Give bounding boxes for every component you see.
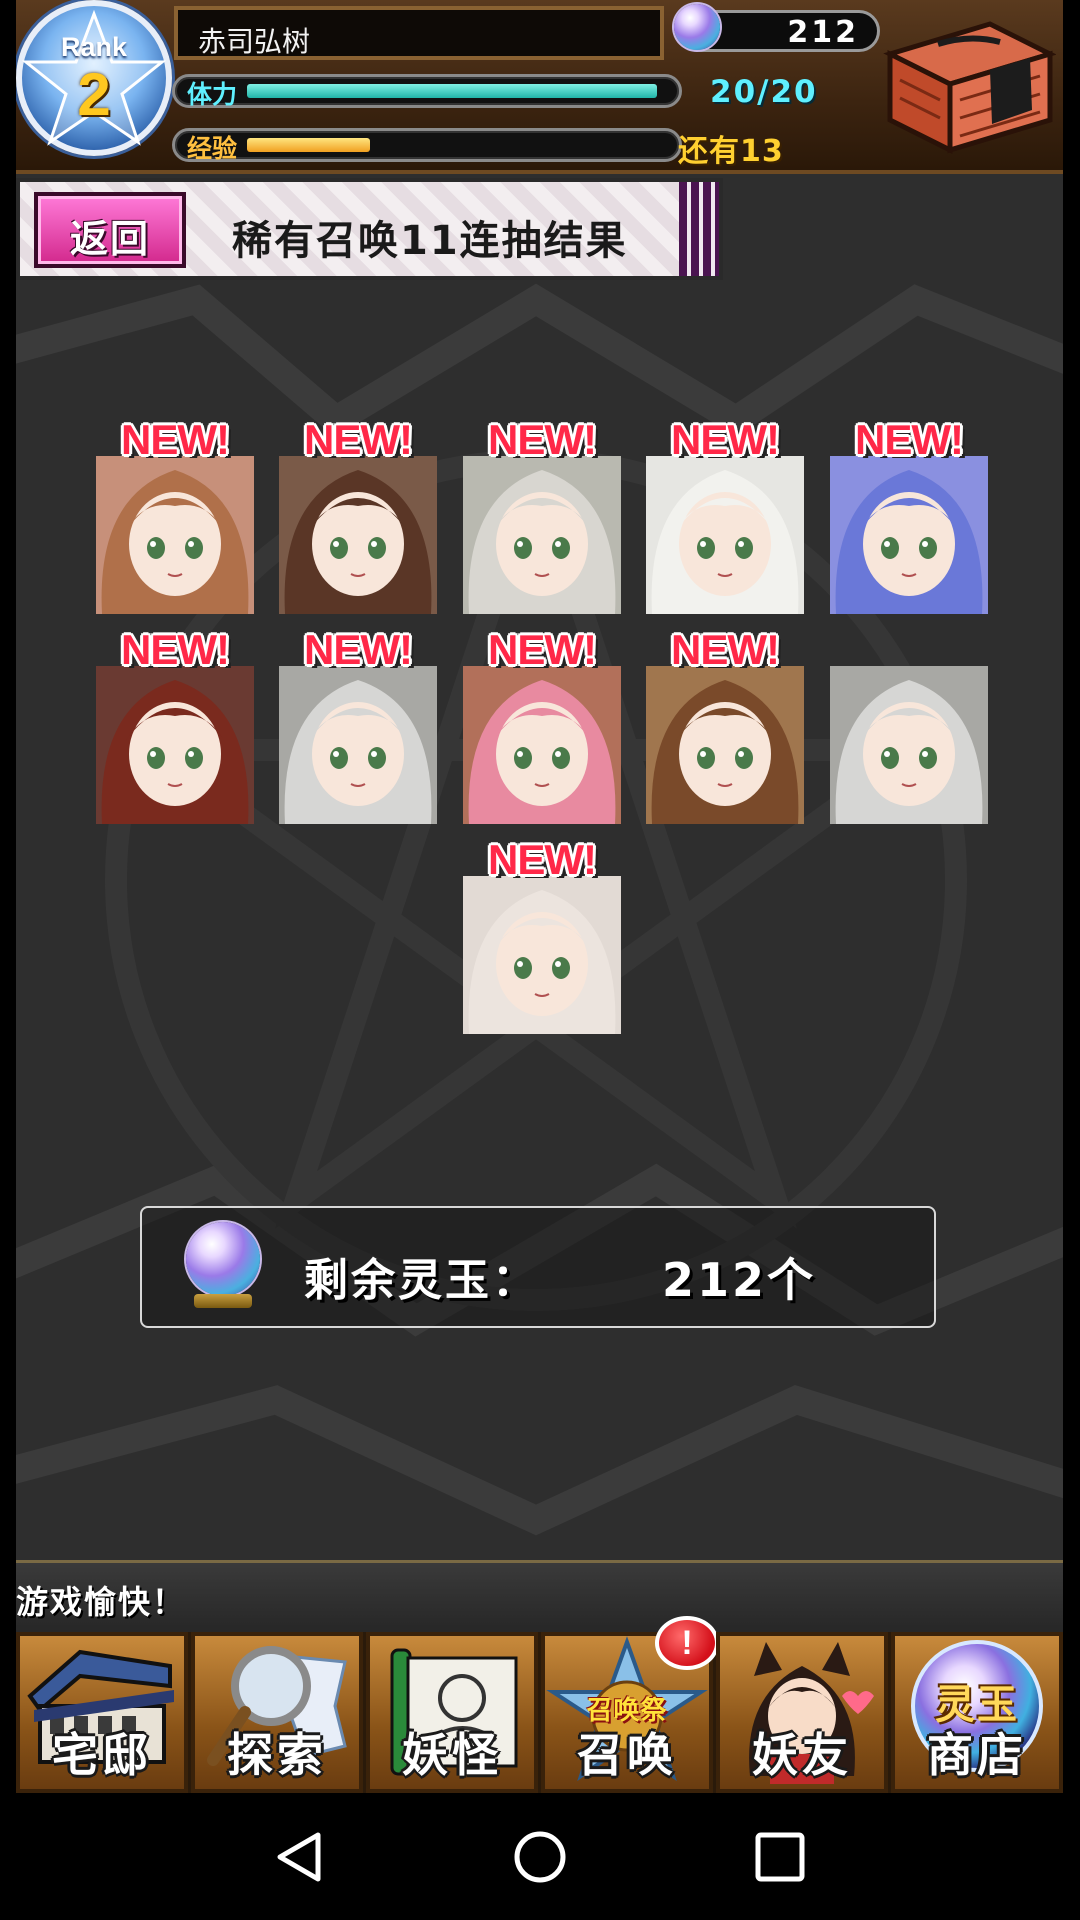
home-circle-icon[interactable] bbox=[512, 1829, 568, 1885]
nav-summon[interactable]: 召唤祭 ! 召唤 bbox=[541, 1616, 719, 1793]
result-card[interactable]: NEW! bbox=[463, 836, 621, 1034]
nav-friends-label: 妖友 bbox=[752, 1728, 852, 1782]
orb-stand bbox=[194, 1294, 252, 1308]
ticker-text: 游戏愉快！ bbox=[16, 1583, 187, 1621]
rank-label: Rank bbox=[60, 32, 128, 62]
stamina-bar: 体力 bbox=[172, 74, 682, 109]
treasure-chest-icon[interactable] bbox=[880, 14, 1056, 154]
remaining-jade-panel: 剩余灵玉： 212个 bbox=[140, 1206, 936, 1328]
player-name: 赤司弘树 bbox=[198, 25, 311, 58]
remaining-jade-label: 剩余灵玉： bbox=[304, 1255, 539, 1306]
nav-mansion[interactable]: 宅邸 bbox=[16, 1632, 188, 1793]
nav-summon-label: 召唤 bbox=[577, 1728, 677, 1782]
back-button[interactable]: 返回 bbox=[34, 192, 186, 268]
bottom-nav: 宅邸 探索 妖怪 召唤祭 ! 召唤 妖友 灵玉 商店 bbox=[16, 1616, 1063, 1793]
result-card[interactable]: NEW! bbox=[646, 416, 804, 614]
rank-value: 2 bbox=[77, 61, 111, 128]
new-badge: NEW! bbox=[304, 416, 413, 463]
nav-mansion-label: 宅邸 bbox=[52, 1728, 152, 1782]
stamina-label: 体力 bbox=[187, 80, 238, 109]
jade-orb-icon bbox=[674, 4, 720, 50]
nav-shop-label: 商店 bbox=[927, 1728, 1027, 1782]
banner-stripe bbox=[679, 182, 719, 276]
red-brown-haired-girl-portrait bbox=[96, 666, 254, 824]
result-card[interactable]: NEW! bbox=[279, 416, 437, 614]
new-badge: NEW! bbox=[121, 626, 230, 673]
silver-haired-frog-girl-portrait bbox=[279, 666, 437, 824]
result-card[interactable] bbox=[830, 666, 988, 824]
recents-square-icon[interactable] bbox=[752, 1829, 808, 1885]
pink-haired-girl-with-glasses-portrait bbox=[463, 666, 621, 824]
new-badge: NEW! bbox=[855, 416, 964, 463]
result-card[interactable]: NEW! bbox=[646, 626, 804, 824]
nav-yokai-label: 妖怪 bbox=[402, 1728, 502, 1782]
back-triangle-icon[interactable] bbox=[272, 1829, 328, 1885]
gem-count: 212 bbox=[787, 15, 859, 50]
nav-shop[interactable]: 灵玉 商店 bbox=[891, 1632, 1063, 1793]
back-button-label: 返回 bbox=[69, 217, 150, 261]
girl-in-white-hood-portrait bbox=[646, 456, 804, 614]
exp-bar: 经验 bbox=[172, 128, 682, 163]
pale-girl-in-white-hood-portrait bbox=[463, 876, 621, 1034]
jade-orb-icon bbox=[186, 1222, 260, 1296]
summon-alert-badge: ! bbox=[655, 1616, 719, 1670]
title-banner: 返回 稀有召唤11连抽结果 bbox=[16, 178, 723, 280]
player-name-box: 赤司弘树 bbox=[174, 6, 664, 60]
exp-fill bbox=[247, 138, 370, 152]
news-ticker: 游戏愉快！ bbox=[16, 1560, 1063, 1635]
page-title: 稀有召唤11连抽结果 bbox=[232, 218, 628, 264]
dark-brown-haired-girl-with-cat-ears-portrait bbox=[279, 456, 437, 614]
result-card[interactable]: NEW! bbox=[96, 416, 254, 614]
nav-explore[interactable]: 探索 bbox=[191, 1632, 363, 1793]
remaining-jade-value: 212个 bbox=[662, 1253, 817, 1307]
nav-friends[interactable]: 妖友 bbox=[716, 1632, 888, 1793]
new-badge: NEW! bbox=[671, 416, 780, 463]
white-haired-girl-in-green-portrait bbox=[463, 456, 621, 614]
rank-badge[interactable]: Rank 2 bbox=[16, 0, 172, 156]
exp-label: 经验 bbox=[187, 134, 238, 163]
new-badge: NEW! bbox=[488, 626, 597, 673]
nav-explore-label: 探索 bbox=[227, 1728, 327, 1782]
exp-remaining-text: 还有13 bbox=[678, 134, 784, 169]
result-card[interactable]: NEW! bbox=[463, 626, 621, 824]
new-badge: NEW! bbox=[671, 626, 780, 673]
new-badge: NEW! bbox=[304, 626, 413, 673]
brown-haired-girl-with-monocle-portrait bbox=[96, 456, 254, 614]
result-card[interactable]: NEW! bbox=[830, 416, 988, 614]
stamina-fill bbox=[247, 84, 657, 98]
stamina-text: 20/20 bbox=[710, 74, 818, 110]
brown-bob-haired-girl-portrait bbox=[646, 666, 804, 824]
status-header: Rank 2 赤司弘树 体力 20/20 经验 还有13 212 bbox=[16, 0, 1063, 174]
nav-yokai[interactable]: 妖怪 bbox=[366, 1632, 538, 1793]
blue-haired-fox-girl-portrait bbox=[830, 456, 988, 614]
game-screen: Rank 2 赤司弘树 体力 20/20 经验 还有13 212 返回 稀有召唤… bbox=[16, 0, 1063, 1793]
silver-haired-frog-girl-duplicate-portrait bbox=[830, 666, 988, 824]
new-badge: NEW! bbox=[488, 416, 597, 463]
result-card[interactable]: NEW! bbox=[463, 416, 621, 614]
result-card[interactable]: NEW! bbox=[279, 626, 437, 824]
result-card[interactable]: NEW! bbox=[96, 626, 254, 824]
new-badge: NEW! bbox=[488, 836, 597, 883]
system-nav-bar bbox=[0, 1793, 1080, 1920]
new-badge: NEW! bbox=[121, 416, 230, 463]
